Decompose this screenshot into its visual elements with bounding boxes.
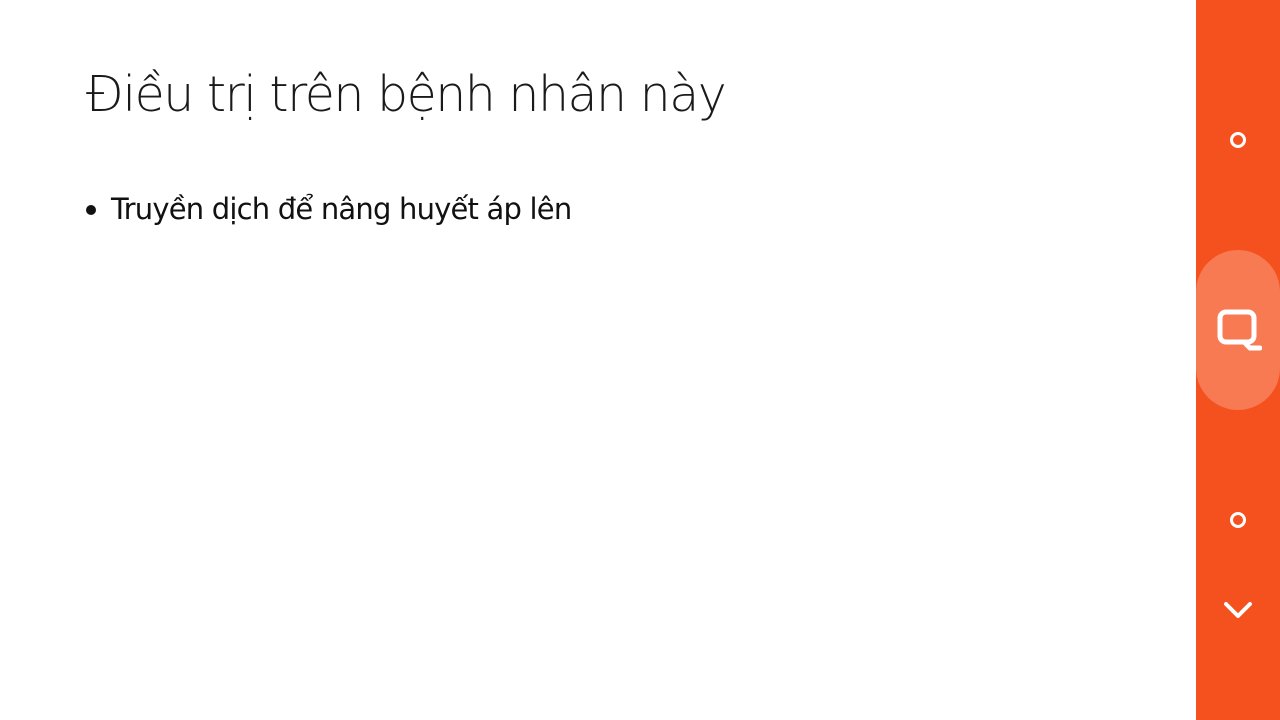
chevron-down-icon (1224, 602, 1252, 618)
slide-title: Điều trị trên bệnh nhân này (86, 66, 727, 123)
circle-icon (1230, 512, 1246, 528)
slide-canvas: Điều trị trên bệnh nhân này Truyền dịch … (0, 0, 1196, 720)
circle-bottom-button[interactable] (1196, 500, 1280, 540)
screenshot-frame-icon (1217, 309, 1262, 351)
screenshot-button[interactable] (1196, 250, 1280, 410)
bullet-icon (86, 205, 96, 216)
circle-icon (1230, 132, 1246, 148)
bullet-list: Truyền dịch để nâng huyết áp lên (86, 192, 572, 227)
circle-top-button[interactable] (1196, 120, 1280, 160)
screen: Điều trị trên bệnh nhân này Truyền dịch … (0, 0, 1280, 720)
side-control-bar (1196, 0, 1280, 720)
collapse-button[interactable] (1196, 590, 1280, 630)
bullet-text: Truyền dịch để nâng huyết áp lên (111, 192, 572, 226)
list-item: Truyền dịch để nâng huyết áp lên (86, 192, 572, 227)
